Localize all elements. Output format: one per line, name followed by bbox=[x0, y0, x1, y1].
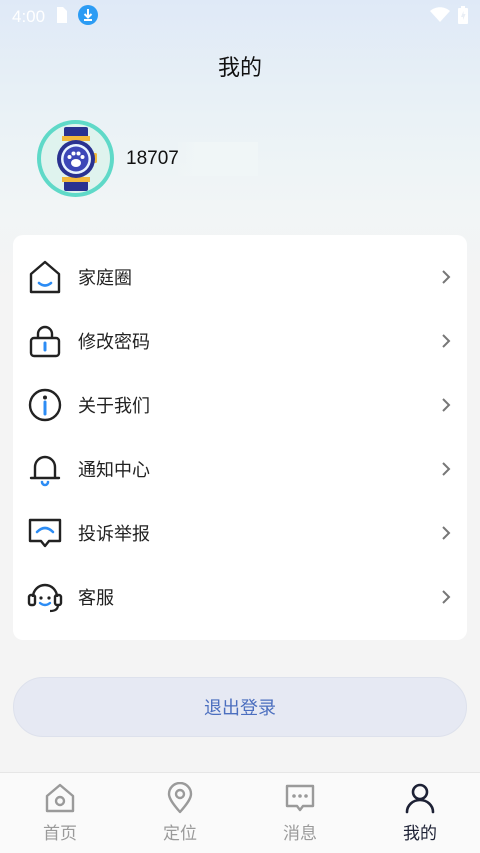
message-icon bbox=[283, 781, 317, 815]
report-icon bbox=[27, 515, 63, 551]
tab-label: 定位 bbox=[163, 824, 197, 844]
menu-item-label: 修改密码 bbox=[78, 332, 150, 353]
chevron-right-icon bbox=[439, 459, 453, 479]
chevron-right-icon bbox=[439, 523, 453, 543]
menu-item-about-us[interactable]: 关于我们 bbox=[13, 373, 467, 437]
chevron-right-icon bbox=[439, 395, 453, 415]
logout-button[interactable]: 退出登录 bbox=[13, 677, 467, 737]
menu-item-label: 家庭圈 bbox=[78, 268, 132, 289]
tab-mine[interactable]: 我的 bbox=[360, 773, 480, 853]
chevron-right-icon bbox=[439, 267, 453, 287]
menu-item-customer-service[interactable]: 客服 bbox=[13, 565, 467, 629]
menu-item-family-circle[interactable]: 家庭圈 bbox=[13, 245, 467, 309]
info-icon bbox=[27, 387, 63, 423]
chevron-right-icon bbox=[439, 587, 453, 607]
avatar[interactable] bbox=[37, 120, 114, 197]
tab-home[interactable]: 首页 bbox=[0, 773, 120, 853]
page-title: 我的 bbox=[217, 56, 262, 81]
home-icon bbox=[27, 259, 63, 295]
menu-item-report[interactable]: 投诉举报 bbox=[13, 501, 467, 565]
phone-number-text: 18707 bbox=[126, 147, 179, 169]
tab-label: 首页 bbox=[43, 824, 77, 844]
status-time: 4:00 bbox=[12, 7, 46, 26]
battery-icon bbox=[458, 6, 468, 28]
tab-messages[interactable]: 消息 bbox=[240, 773, 360, 853]
menu-item-label: 客服 bbox=[78, 588, 114, 609]
bottom-tab-bar: 首页 定位 消息 我的 bbox=[0, 772, 480, 853]
headset-icon bbox=[27, 579, 63, 615]
location-icon bbox=[163, 781, 197, 815]
download-notification-icon bbox=[77, 4, 99, 30]
menu-item-label: 投诉举报 bbox=[78, 524, 150, 545]
tab-label: 我的 bbox=[403, 824, 437, 844]
bell-icon bbox=[27, 451, 63, 487]
wifi-icon bbox=[430, 7, 450, 27]
menu-item-change-password[interactable]: 修改密码 bbox=[13, 309, 467, 373]
tab-label: 消息 bbox=[283, 824, 317, 844]
menu-card: 家庭圈 修改密码 关于我们 通知中心 投诉举报 客服 bbox=[13, 235, 467, 640]
menu-item-label: 关于我们 bbox=[78, 396, 150, 417]
status-bar: 4:00 bbox=[0, 0, 480, 34]
tab-location[interactable]: 定位 bbox=[120, 773, 240, 853]
redacted-overlay bbox=[178, 141, 258, 176]
logout-label: 退出登录 bbox=[204, 698, 276, 719]
profile-section[interactable]: 18707 bbox=[37, 120, 258, 197]
phone-number: 18707 bbox=[126, 141, 258, 176]
menu-item-notification-center[interactable]: 通知中心 bbox=[13, 437, 467, 501]
home-tab-icon bbox=[43, 781, 77, 815]
menu-item-label: 通知中心 bbox=[78, 460, 150, 481]
user-icon bbox=[403, 781, 437, 815]
sim-card-icon bbox=[55, 7, 68, 27]
lock-icon bbox=[27, 323, 63, 359]
watch-icon bbox=[56, 126, 97, 191]
chevron-right-icon bbox=[439, 331, 453, 351]
